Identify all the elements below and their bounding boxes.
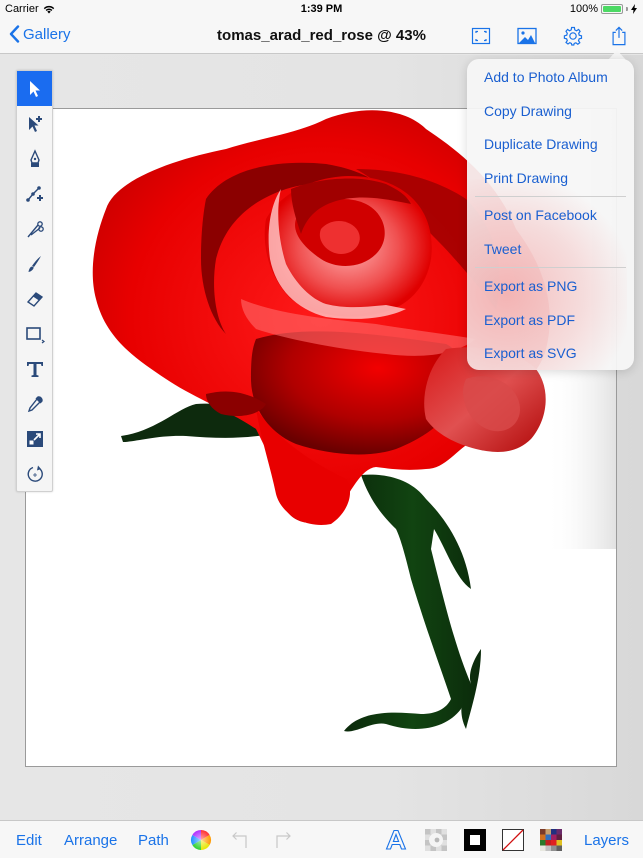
brush-icon	[28, 255, 41, 272]
menu-export-svg[interactable]: Export as SVG	[467, 337, 634, 370]
scale-tool[interactable]	[17, 421, 52, 456]
shape-tool[interactable]	[17, 316, 52, 351]
tool-palette	[16, 70, 53, 492]
menu-divider	[475, 196, 626, 197]
menu-duplicate-drawing[interactable]: Duplicate Drawing	[467, 128, 634, 162]
text-t-icon	[26, 361, 43, 377]
stroke-icon[interactable]	[464, 829, 486, 851]
eyedropper-tool[interactable]	[17, 386, 52, 421]
menu-export-png[interactable]: Export as PNG	[467, 270, 634, 304]
layers-button[interactable]: Layers	[584, 832, 629, 849]
battery-indicator: 100%	[570, 3, 637, 15]
menu-tweet[interactable]: Tweet	[467, 233, 634, 267]
chevron-left-icon	[9, 25, 20, 43]
pen-nib-icon	[29, 148, 40, 167]
clock: 1:39 PM	[300, 3, 343, 15]
back-to-gallery-button[interactable]: Gallery	[9, 25, 71, 43]
bolt-icon	[631, 4, 637, 14]
arrow-plus-icon	[28, 115, 42, 132]
add-node-tool[interactable]	[17, 176, 52, 211]
path-button[interactable]: Path	[138, 832, 169, 849]
scale-icon	[26, 430, 43, 447]
eyedropper-icon	[27, 395, 43, 412]
scissors-tool[interactable]	[17, 211, 52, 246]
arrow-pointer-icon	[29, 80, 40, 97]
text-tool[interactable]	[17, 351, 52, 386]
select-tool[interactable]	[17, 71, 52, 106]
fullscreen-icon[interactable]	[471, 26, 491, 46]
rectangle-icon	[25, 326, 45, 343]
edit-button[interactable]: Edit	[16, 832, 42, 849]
navigation-bar: Gallery tomas_arad_red_rose @ 43%	[0, 19, 643, 54]
menu-export-pdf[interactable]: Export as PDF	[467, 304, 634, 338]
undo-icon[interactable]	[230, 829, 252, 851]
node-plus-icon	[25, 185, 43, 202]
status-bar: Carrier 1:39 PM 100%	[0, 0, 643, 19]
gear-icon[interactable]	[563, 26, 583, 46]
rotate-icon	[27, 465, 43, 482]
menu-copy-drawing[interactable]: Copy Drawing	[467, 95, 634, 129]
swatches-icon[interactable]	[540, 829, 562, 851]
back-label: Gallery	[23, 25, 71, 43]
menu-post-on-facebook[interactable]: Post on Facebook	[467, 199, 634, 233]
share-icon[interactable]	[609, 26, 629, 46]
color-wheel-icon[interactable]	[190, 829, 212, 851]
menu-add-to-photo-album[interactable]: Add to Photo Album	[467, 61, 634, 95]
scissors-icon	[26, 220, 44, 237]
arrange-button[interactable]: Arrange	[64, 832, 117, 849]
redo-icon[interactable]	[271, 829, 293, 851]
eraser-tool[interactable]	[17, 281, 52, 316]
fill-none-icon[interactable]	[502, 829, 524, 851]
pen-tool[interactable]	[17, 141, 52, 176]
image-icon[interactable]	[517, 26, 537, 46]
node-select-tool[interactable]	[17, 106, 52, 141]
eraser-icon	[26, 291, 43, 307]
menu-print-drawing[interactable]: Print Drawing	[467, 162, 634, 196]
bottom-toolbar: Edit Arrange Path Layers	[0, 820, 643, 858]
battery-icon	[601, 4, 623, 14]
battery-percent: 100%	[569, 3, 598, 15]
opacity-icon[interactable]	[425, 829, 447, 851]
brush-tool[interactable]	[17, 246, 52, 281]
menu-divider	[475, 267, 626, 268]
share-menu: Add to Photo Album Copy Drawing Duplicat…	[467, 59, 634, 370]
font-icon[interactable]	[385, 829, 407, 851]
rotate-tool[interactable]	[17, 456, 52, 491]
